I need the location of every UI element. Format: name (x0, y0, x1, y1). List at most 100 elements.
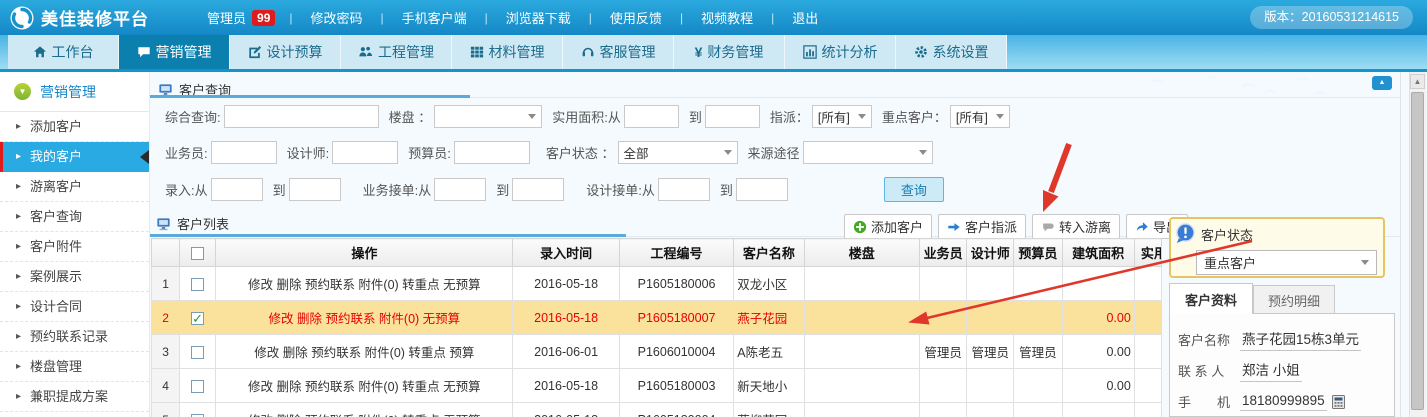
customer-status-select[interactable]: 重点客户 (1196, 250, 1377, 275)
triangle-icon: ▸ (16, 262, 21, 292)
cell-customer-name: A陈老五 (734, 335, 804, 369)
tab-project-mgmt[interactable]: 工程管理 (341, 35, 452, 69)
designer-input[interactable] (332, 141, 398, 164)
table-row[interactable]: 1 修改 删除 预约联系 附件(0) 转重点 无预算 2016-05-18 P1… (152, 267, 1162, 301)
detail-field: 客户名称 燕子花园15栋3单元 (1178, 324, 1394, 355)
add-customer-button[interactable]: 添加客户 (844, 214, 932, 239)
scrollbar-up-arrow[interactable]: ▲ (1410, 74, 1425, 89)
menu-logout[interactable]: 退出 (788, 8, 822, 27)
entry-from-input[interactable] (211, 178, 263, 201)
row-actions[interactable]: 修改 删除 预约联系 附件(0) 转重点 无预算 (216, 267, 513, 301)
sales-order-to-input[interactable] (512, 178, 564, 201)
notification-badge[interactable]: 99 (252, 10, 275, 26)
to-label: 到 (720, 180, 733, 199)
area-to-input[interactable] (705, 105, 760, 128)
sidebar-item-customer-query[interactable]: ▸客户查询 (0, 202, 149, 232)
assign-filter-select[interactable]: [所有] (812, 105, 872, 128)
menu-change-password[interactable]: 修改密码 (307, 8, 367, 27)
cell-entry-date: 2016-05-18 (513, 369, 619, 403)
sidebar-item-design-contract[interactable]: ▸设计合同 (0, 292, 149, 322)
design-order-from-input[interactable] (658, 178, 710, 201)
sidebar-item-label: 我的客户 (30, 149, 82, 164)
sms-phone-icon[interactable] (1332, 395, 1345, 409)
info-bubble-icon (1175, 223, 1196, 244)
sidebar-item-add-customer[interactable]: ▸添加客户 (0, 112, 149, 142)
to-label: 到 (273, 180, 286, 199)
row-checkbox[interactable] (191, 278, 204, 291)
customer-status-select[interactable]: 全部 (618, 141, 738, 164)
menu-separator: | (485, 11, 488, 25)
entry-to-input[interactable] (289, 178, 341, 201)
row-checkbox-checked[interactable] (191, 312, 204, 325)
row-actions[interactable]: 修改 删除 预约联系 附件(0) 转重点 无预算 (216, 369, 513, 403)
sidebar-item-my-customers[interactable]: ▸我的客户 (0, 142, 149, 172)
menu-video-tutorial[interactable]: 视频教程 (697, 8, 757, 27)
row-checkbox[interactable] (191, 380, 204, 393)
vip-filter-select[interactable]: [所有] (950, 105, 1010, 128)
table-row[interactable]: 5 修改 删除 预约联系 附件(0) 转重点 无预算 2016-05-18 P1… (152, 403, 1162, 417)
col-budgeter: 预算员 (1014, 239, 1062, 267)
combined-query-input[interactable] (224, 105, 379, 128)
design-order-to-input[interactable] (736, 178, 788, 201)
table-row[interactable]: 4 修改 删除 预约联系 附件(0) 转重点 无预算 2016-05-18 P1… (152, 369, 1162, 403)
cell-building (804, 267, 919, 301)
sidebar-item-parttime-sales[interactable]: ▸兼职业务员 (0, 412, 149, 417)
sidebar-item-building-mgmt[interactable]: ▸楼盘管理 (0, 352, 149, 382)
customer-status-label: 客户状态 (1201, 225, 1253, 244)
menu-feedback[interactable]: 使用反馈 (606, 8, 666, 27)
search-button[interactable]: 查询 (884, 177, 944, 202)
row-actions[interactable]: 修改 删除 预约联系 附件(0) 转重点 无预算 (216, 403, 513, 417)
version-label: 版本：20160531214615 (1250, 6, 1413, 29)
cell-extra (1134, 369, 1161, 403)
sidebar-header[interactable]: ▼ 营销管理 (0, 72, 149, 112)
move-to-drift-button[interactable]: 转入游离 (1032, 214, 1120, 239)
tab-statistics[interactable]: 统计分析 (785, 35, 896, 69)
cell-customer-name: 燕柳花园 (734, 403, 804, 417)
sales-order-from-input[interactable] (434, 178, 486, 201)
sidebar-item-customer-attachments[interactable]: ▸客户附件 (0, 232, 149, 262)
tab-appointment-detail[interactable]: 预约明细 (1253, 285, 1335, 314)
scrollbar-thumb[interactable] (1411, 92, 1424, 410)
area-from-input[interactable] (624, 105, 679, 128)
row-actions[interactable]: 修改 删除 预约联系 附件(0) 转重点 预算 (216, 335, 513, 369)
cell-budgeter (1014, 301, 1062, 335)
tab-marketing[interactable]: 营销管理 (119, 35, 230, 69)
building-filter-select[interactable] (434, 105, 542, 128)
collapse-panel-button[interactable]: ▲ (1372, 76, 1392, 90)
cell-designer (967, 267, 1014, 301)
menu-browser-download[interactable]: 浏览器下载 (502, 8, 575, 27)
row-actions[interactable]: 修改 删除 预约联系 附件(0) 无预算 (216, 301, 513, 335)
sidebar-item-drift-customers[interactable]: ▸游离客户 (0, 172, 149, 202)
cell-building (804, 403, 919, 417)
tab-material-mgmt[interactable]: 材料管理 (452, 35, 563, 69)
design-order-date-label: 设计接单:从 (586, 180, 655, 199)
select-value: 重点客户 (1204, 253, 1256, 272)
row-checkbox[interactable] (191, 414, 204, 417)
source-select[interactable] (803, 141, 933, 164)
cell-building (804, 369, 919, 403)
budgeter-input[interactable] (454, 141, 530, 164)
tab-workbench[interactable]: 工作台 (8, 35, 119, 69)
row-checkbox[interactable] (191, 346, 204, 359)
tab-customer-service[interactable]: 客服管理 (563, 35, 674, 69)
current-user[interactable]: 管理员 99 (207, 8, 275, 27)
menu-mobile-client[interactable]: 手机客户端 (398, 8, 471, 27)
cell-designer: 管理员 (967, 335, 1014, 369)
tab-finance[interactable]: ¥ 财务管理 (674, 35, 785, 69)
assign-customer-button[interactable]: 客户指派 (938, 214, 1026, 239)
sidebar-item-case-showcase[interactable]: ▸ 案例展示 (0, 262, 149, 292)
select-all-checkbox[interactable] (191, 247, 204, 260)
salesman-input[interactable] (211, 141, 277, 164)
list-panel-title-text: 客户列表 (177, 214, 229, 233)
designer-label: 设计师: (287, 143, 330, 162)
collapse-circle-icon[interactable]: ▼ (14, 83, 31, 100)
sidebar-item-appointment-records[interactable]: ▸预约联系记录 (0, 322, 149, 352)
sidebar-item-label: 添加客户 (30, 119, 82, 134)
tab-design-budget[interactable]: 设计预算 (230, 35, 341, 69)
sidebar-item-label: 案例展示 (30, 269, 82, 284)
tab-customer-info[interactable]: 客户资料 (1169, 283, 1253, 314)
tab-system-settings[interactable]: 系统设置 (896, 35, 1007, 69)
table-row[interactable]: 3 修改 删除 预约联系 附件(0) 转重点 预算 2016-06-01 P16… (152, 335, 1162, 369)
sidebar-item-parttime-commission[interactable]: ▸兼职提成方案 (0, 382, 149, 412)
table-row-selected[interactable]: 2 修改 删除 预约联系 附件(0) 无预算 2016-05-18 P16051… (152, 301, 1162, 335)
